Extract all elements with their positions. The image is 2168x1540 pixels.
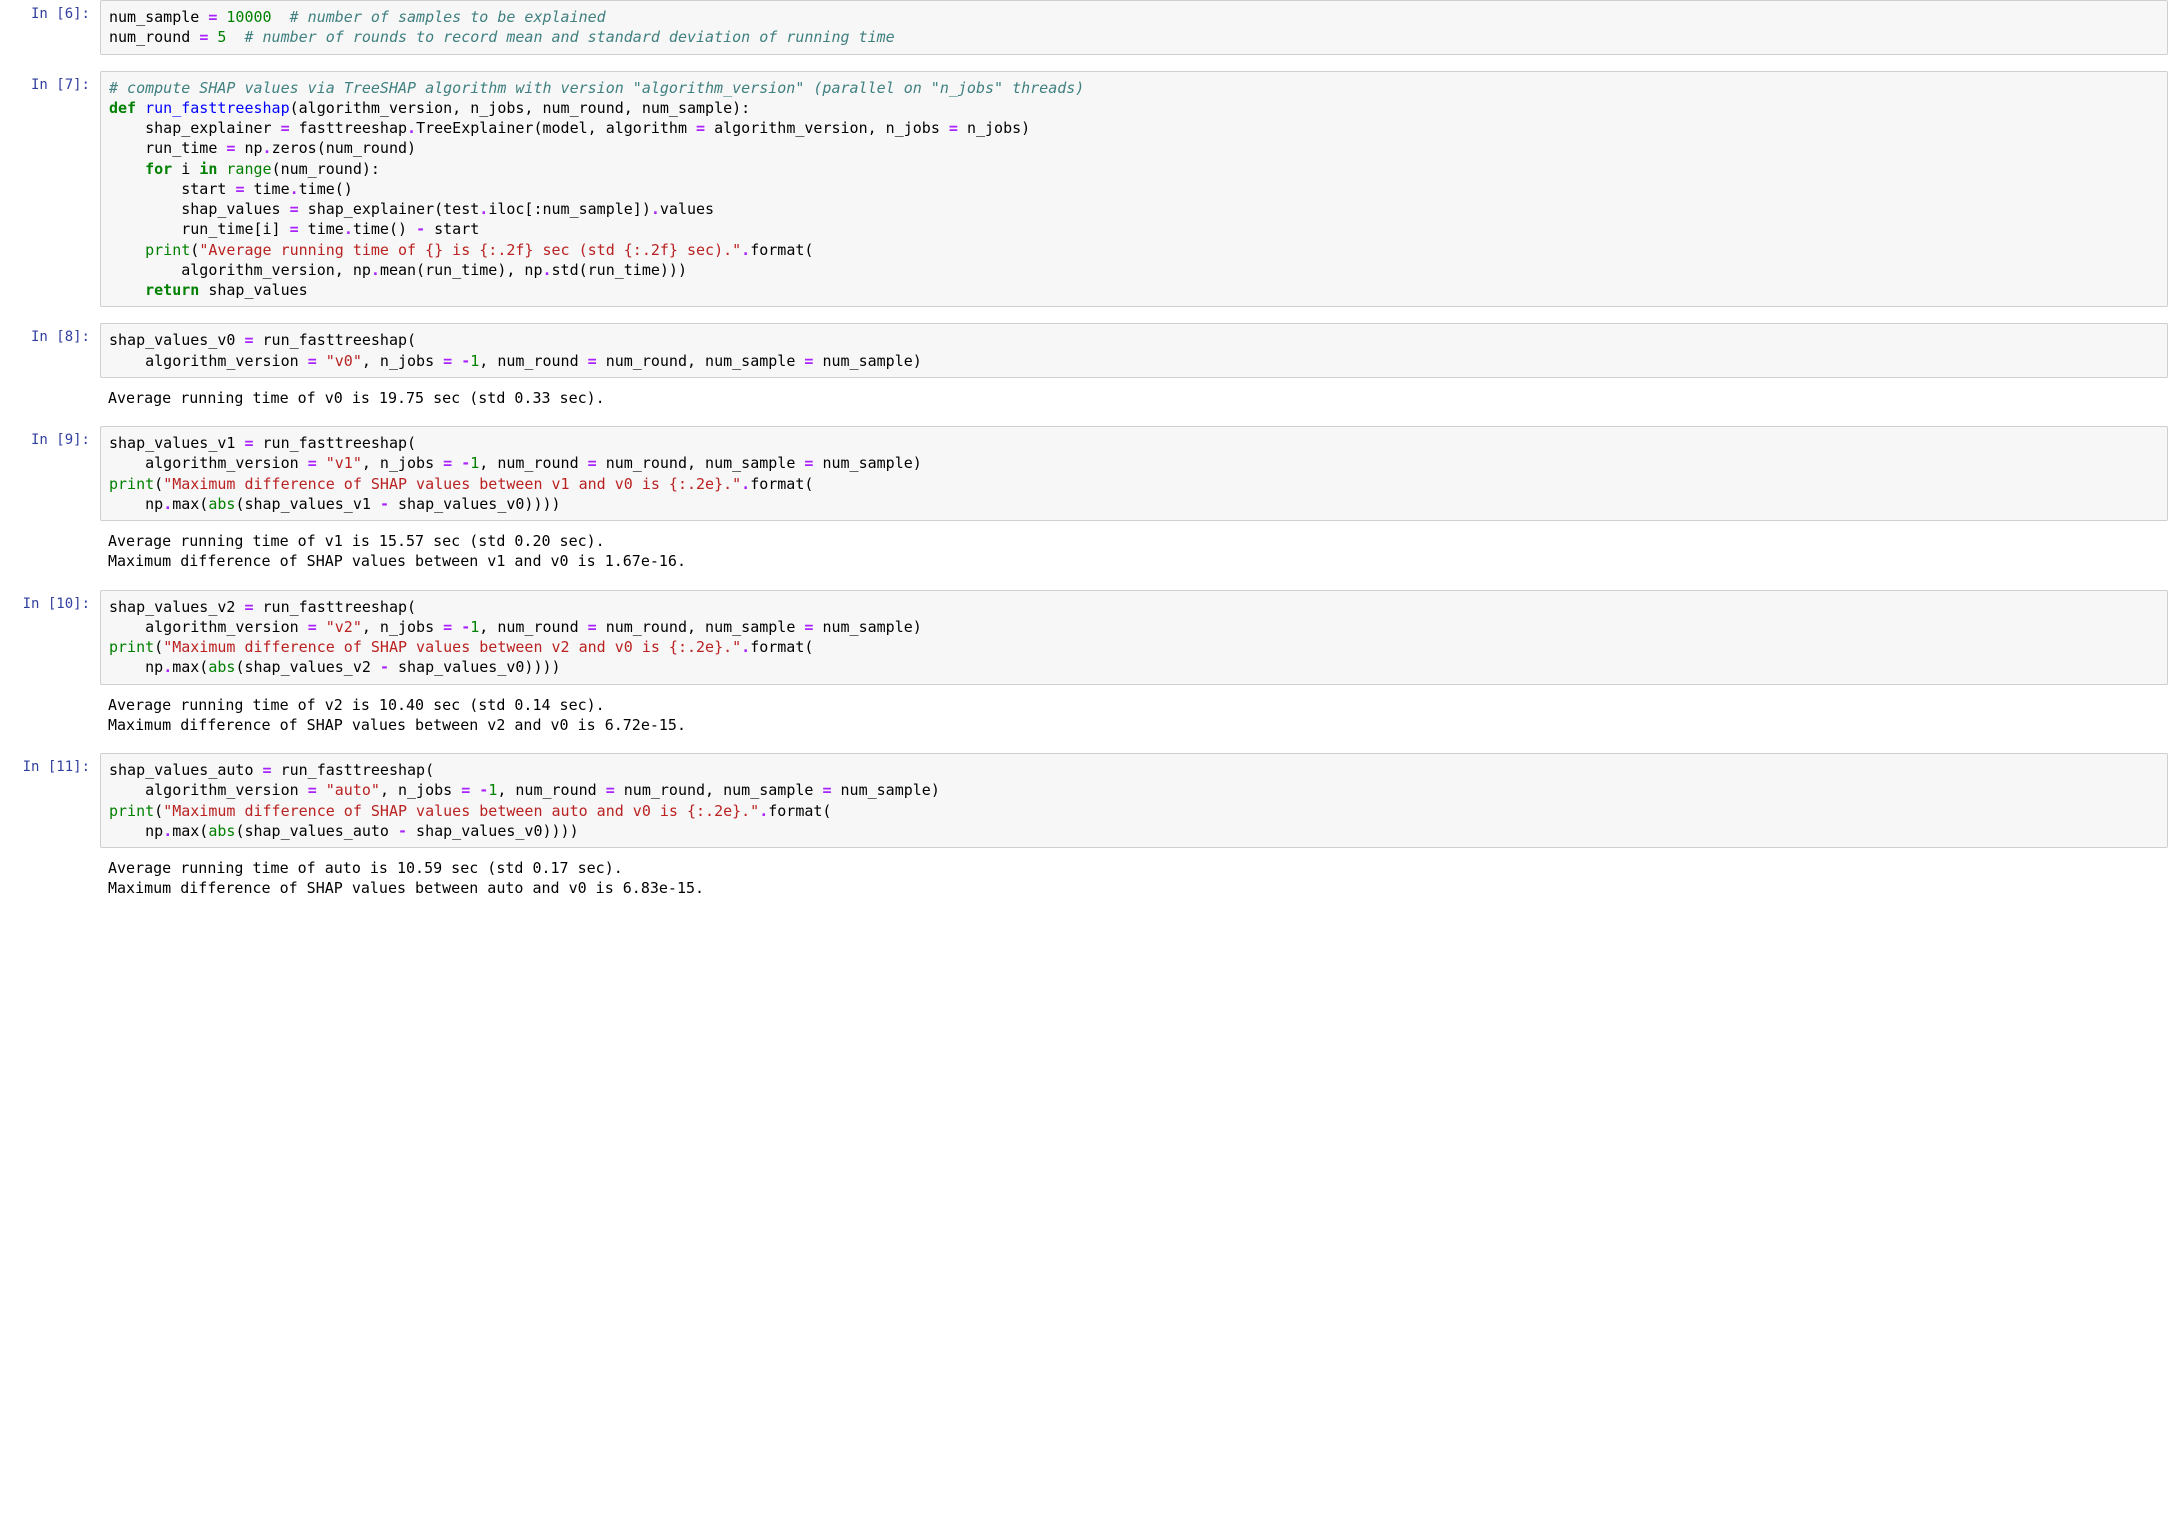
stdout-output: Average running time of v0 is 19.75 sec …: [100, 382, 2168, 422]
stdout-output: Average running time of v1 is 15.57 sec …: [100, 525, 2168, 586]
stdout-output: Average running time of auto is 10.59 se…: [100, 852, 2168, 913]
code-cell[interactable]: In [11]:shap_values_auto = run_fasttrees…: [0, 753, 2168, 848]
input-prompt: In [11]:: [0, 753, 100, 848]
input-prompt: In [9]:: [0, 426, 100, 521]
output-prompt: [0, 382, 100, 422]
code-text[interactable]: # compute SHAP values via TreeSHAP algor…: [109, 78, 2159, 301]
output-cell: Average running time of v1 is 15.57 sec …: [0, 525, 2168, 586]
input-prompt: In [6]:: [0, 0, 100, 55]
code-input[interactable]: shap_values_v1 = run_fasttreeshap( algor…: [100, 426, 2168, 521]
code-text[interactable]: num_sample = 10000 # number of samples t…: [109, 7, 2159, 48]
code-input[interactable]: shap_values_v2 = run_fasttreeshap( algor…: [100, 590, 2168, 685]
output-text: Average running time of v1 is 15.57 sec …: [108, 531, 2160, 572]
output-cell: Average running time of v2 is 10.40 sec …: [0, 689, 2168, 750]
output-cell: Average running time of auto is 10.59 se…: [0, 852, 2168, 913]
code-input[interactable]: shap_values_v0 = run_fasttreeshap( algor…: [100, 323, 2168, 378]
code-cell[interactable]: In [10]:shap_values_v2 = run_fasttreesha…: [0, 590, 2168, 685]
code-input[interactable]: num_sample = 10000 # number of samples t…: [100, 0, 2168, 55]
stdout-output: Average running time of v2 is 10.40 sec …: [100, 689, 2168, 750]
input-prompt: In [8]:: [0, 323, 100, 378]
output-prompt: [0, 525, 100, 586]
input-prompt: In [7]:: [0, 71, 100, 308]
code-input[interactable]: # compute SHAP values via TreeSHAP algor…: [100, 71, 2168, 308]
code-text[interactable]: shap_values_v1 = run_fasttreeshap( algor…: [109, 433, 2159, 514]
code-cell[interactable]: In [6]:num_sample = 10000 # number of sa…: [0, 0, 2168, 55]
notebook: In [6]:num_sample = 10000 # number of sa…: [0, 0, 2168, 913]
input-prompt: In [10]:: [0, 590, 100, 685]
output-prompt: [0, 852, 100, 913]
output-prompt: [0, 689, 100, 750]
output-text: Average running time of v2 is 10.40 sec …: [108, 695, 2160, 736]
code-text[interactable]: shap_values_v2 = run_fasttreeshap( algor…: [109, 597, 2159, 678]
code-cell[interactable]: In [8]:shap_values_v0 = run_fasttreeshap…: [0, 323, 2168, 378]
code-text[interactable]: shap_values_v0 = run_fasttreeshap( algor…: [109, 330, 2159, 371]
output-text: Average running time of v0 is 19.75 sec …: [108, 388, 2160, 408]
code-cell[interactable]: In [7]:# compute SHAP values via TreeSHA…: [0, 71, 2168, 308]
code-input[interactable]: shap_values_auto = run_fasttreeshap( alg…: [100, 753, 2168, 848]
output-text: Average running time of auto is 10.59 se…: [108, 858, 2160, 899]
output-cell: Average running time of v0 is 19.75 sec …: [0, 382, 2168, 422]
code-cell[interactable]: In [9]:shap_values_v1 = run_fasttreeshap…: [0, 426, 2168, 521]
code-text[interactable]: shap_values_auto = run_fasttreeshap( alg…: [109, 760, 2159, 841]
